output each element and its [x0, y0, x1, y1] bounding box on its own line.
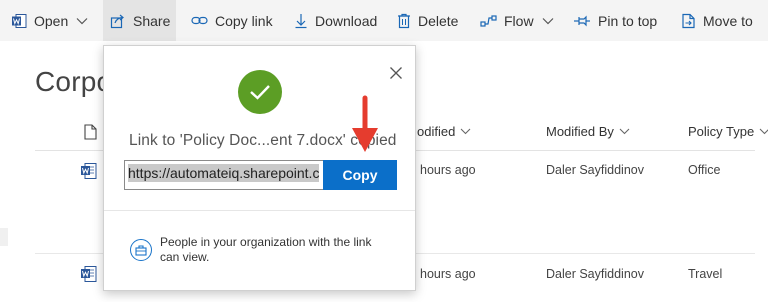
file-type-column-icon [84, 124, 97, 140]
cell-modified: hours ago [420, 163, 476, 177]
cell-policy-type: Travel [688, 267, 723, 281]
column-header-label: Policy Type [688, 124, 755, 139]
download-icon [295, 13, 307, 28]
share-link-value: https://automateiq.sharepoint.c [128, 164, 320, 182]
flow-label: Flow [504, 12, 534, 29]
copy-button[interactable]: Copy [323, 160, 397, 190]
move-to-icon [682, 13, 695, 28]
move-to-button[interactable]: Move to [681, 0, 753, 41]
chevron-down-icon [759, 128, 768, 135]
close-button[interactable] [386, 63, 406, 83]
row-selection-gutter [0, 228, 8, 246]
link-icon [191, 16, 208, 24]
cell-modified: hours ago [420, 267, 476, 281]
cell-modified-by: Daler Sayfiddinov [546, 267, 644, 281]
column-header-label: Modified By [546, 124, 614, 139]
pin-to-top-button[interactable]: Pin to top [573, 0, 657, 41]
open-button[interactable]: Open [11, 0, 88, 41]
share-button[interactable]: Share [103, 0, 176, 41]
download-button[interactable]: Download [294, 0, 377, 41]
column-header-modified-by[interactable]: Modified By [546, 124, 630, 139]
organization-permission-icon[interactable] [130, 239, 152, 261]
page-title: Corpo [35, 66, 113, 97]
share-link-field[interactable]: https://automateiq.sharepoint.c [124, 160, 323, 190]
close-icon [390, 67, 402, 79]
open-label: Open [34, 12, 69, 29]
column-header-label: odified [417, 124, 456, 139]
delete-button[interactable]: Delete [397, 0, 458, 41]
word-doc-icon [81, 266, 97, 282]
success-checkmark-icon [238, 70, 282, 114]
column-header-policy-type[interactable]: Policy Type [688, 124, 768, 139]
share-dialog: Link to 'Policy Doc...ent 7.docx' copied… [103, 45, 416, 291]
trash-icon [398, 13, 410, 28]
chevron-down-icon [460, 128, 471, 135]
copy-link-label: Copy link [215, 12, 273, 29]
permission-description[interactable]: People in your organization with the lin… [160, 235, 390, 265]
command-bar: Open Share Copy link Download Delete Flo… [0, 0, 768, 41]
flow-icon [480, 14, 497, 27]
flow-button[interactable]: Flow [480, 0, 554, 41]
delete-label: Delete [418, 12, 459, 29]
chevron-down-icon [542, 17, 553, 24]
link-copy-row: https://automateiq.sharepoint.c Copy [124, 160, 397, 190]
pin-icon [574, 15, 590, 26]
cell-policy-type: Office [688, 163, 721, 177]
word-icon [12, 13, 27, 28]
red-arrow-annotation [352, 95, 378, 152]
move-to-label: Move to [703, 12, 753, 29]
pin-to-top-label: Pin to top [598, 12, 658, 29]
dialog-divider [104, 210, 415, 211]
share-icon [110, 14, 124, 28]
copy-link-button[interactable]: Copy link [191, 0, 273, 41]
chevron-down-icon [76, 17, 88, 24]
cell-modified-by: Daler Sayfiddinov [546, 163, 644, 177]
chevron-down-icon [619, 128, 630, 135]
download-label: Download [315, 12, 378, 29]
word-doc-icon [81, 163, 97, 179]
share-label: Share [133, 12, 171, 29]
column-header-modified[interactable]: odified [417, 124, 471, 139]
